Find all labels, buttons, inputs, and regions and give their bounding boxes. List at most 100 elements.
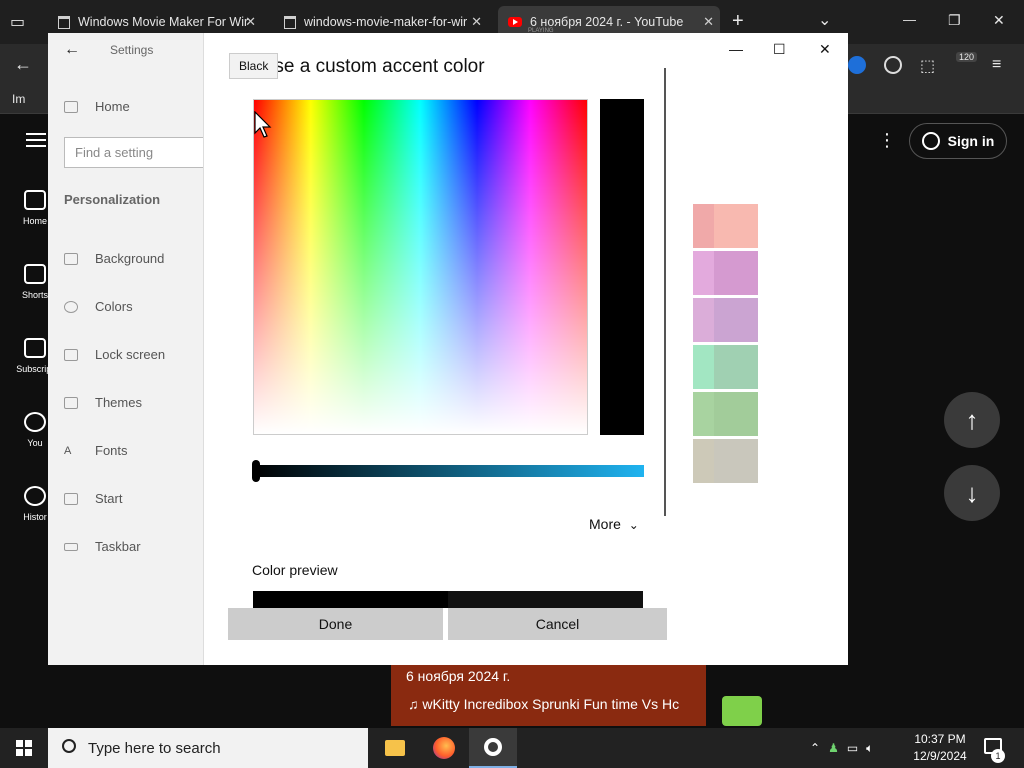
settings-close-button[interactable]: ✕ (819, 41, 831, 58)
now-playing-text[interactable]: ♫ wKitty Incredibox Sprunki Fun time Vs … (408, 696, 698, 712)
home-icon (64, 100, 78, 113)
color-preview-label: Color preview (252, 562, 338, 578)
close-button[interactable]: ✕ (993, 12, 1005, 29)
accent-swatch[interactable] (714, 439, 758, 483)
shorts-icon (24, 264, 46, 284)
extension-badge[interactable]: 120 (956, 52, 978, 62)
brush-icon (64, 396, 78, 409)
tab-close-icon[interactable]: ✕ (703, 14, 714, 30)
volume-icon[interactable]: 🔈︎ (866, 741, 873, 756)
sidebar-item-background[interactable]: Background (64, 251, 164, 266)
settings-back-button[interactable]: ← (64, 41, 80, 59)
chevron-up-icon[interactable]: ⌃ (810, 741, 820, 755)
taskbar-icon (64, 542, 78, 551)
network-icon[interactable]: ▭ (847, 741, 858, 755)
settings-maximize-button[interactable]: ☐ (773, 41, 786, 58)
gear-icon (484, 738, 502, 756)
sidebar-item-taskbar[interactable]: Taskbar (64, 539, 141, 554)
tab-title: 6 ноября 2024 г. - YouTube (530, 15, 684, 29)
tab-close-icon[interactable]: ✕ (245, 14, 256, 30)
accent-swatch[interactable] (714, 392, 758, 436)
sidebar-item-colors[interactable]: Colors (64, 299, 133, 314)
subscriptions-icon (24, 338, 46, 358)
accent-swatch[interactable] (714, 345, 758, 389)
folder-icon (385, 740, 405, 756)
page-icon (284, 15, 296, 29)
history-icon (24, 486, 46, 506)
settings-category: Personalization (64, 192, 161, 207)
settings-app-button[interactable] (469, 728, 517, 768)
windows-logo-icon (16, 740, 32, 756)
system-tray: ⌃ ♟ ▭ 🔈︎ (810, 728, 873, 768)
selected-color-swatch (600, 99, 644, 435)
clock-date: 12/9/2024 (913, 749, 967, 763)
start-button[interactable] (0, 728, 48, 768)
bookmark-import[interactable]: Im (12, 92, 25, 106)
color-preview (253, 591, 643, 608)
person-tray-icon[interactable]: ♟ (828, 741, 839, 755)
tab-list-button[interactable]: ⌄ (818, 10, 831, 30)
sidebar-item-themes[interactable]: Themes (64, 395, 142, 410)
extension-icon[interactable] (848, 56, 866, 74)
accent-swatch[interactable] (714, 298, 758, 342)
settings-title: Settings (110, 43, 154, 57)
settings-sidebar: ← Settings Home Find a setting Personali… (48, 33, 214, 665)
restore-button[interactable]: ❐ (948, 12, 961, 29)
tab-close-icon[interactable]: ✕ (471, 14, 482, 30)
more-button[interactable]: More ⌄ (589, 516, 639, 532)
file-explorer-button[interactable] (371, 728, 419, 768)
taskbar: Type here to search ⌃ ♟ ▭ 🔈︎ 10:37 PM 12… (0, 728, 1024, 768)
search-icon (62, 739, 76, 753)
color-preview-half (448, 591, 643, 608)
scroll-down-button[interactable]: ↓ (944, 465, 1000, 521)
tab-title: windows-movie-maker-for-wir (304, 15, 468, 29)
person-icon (921, 132, 940, 150)
yt-sidebar: Home Shorts Subscript You Histor (0, 114, 54, 726)
minimize-button[interactable]: — (903, 12, 916, 27)
cancel-button[interactable]: Cancel (448, 608, 667, 640)
mouse-cursor-icon (254, 111, 272, 138)
done-button[interactable]: Done (228, 608, 443, 640)
brightness-slider-thumb[interactable] (252, 460, 260, 482)
monitor-icon (64, 348, 78, 361)
channel-thumbnail[interactable] (722, 696, 762, 726)
sidebar-item-lock-screen[interactable]: Lock screen (64, 347, 165, 362)
settings-home[interactable]: Home (64, 99, 130, 114)
account-icon[interactable] (884, 56, 902, 74)
video-date: 6 ноября 2024 г. (406, 668, 511, 684)
accent-swatch[interactable] (714, 251, 758, 295)
new-tab-button[interactable]: + (732, 10, 744, 33)
yt-more-options-icon[interactable]: ⋮ (878, 130, 896, 151)
youtube-icon (508, 17, 522, 27)
sign-in-button[interactable]: Sign in (909, 123, 1007, 159)
dialog-scrollbar[interactable] (664, 68, 666, 516)
grid-icon (64, 492, 78, 505)
font-icon: A (64, 444, 72, 457)
firefox-icon (433, 737, 455, 759)
tab-manager-icon[interactable]: ▭ (10, 12, 25, 32)
home-icon (24, 190, 46, 210)
notification-count-badge: 1 (991, 749, 1005, 763)
sidebar-item-fonts[interactable]: A Fonts (64, 443, 128, 458)
find-setting-input[interactable]: Find a setting (64, 137, 214, 168)
scroll-up-button[interactable]: ↑ (944, 392, 1000, 448)
you-icon (24, 412, 46, 432)
accent-swatch[interactable] (714, 204, 758, 248)
palette-icon (64, 300, 78, 313)
brightness-slider[interactable] (253, 465, 644, 477)
chevron-down-icon: ⌄ (628, 518, 639, 532)
taskbar-search-input[interactable]: Type here to search (48, 728, 368, 768)
firefox-button[interactable] (420, 728, 468, 768)
sidebar-item-start[interactable]: Start (64, 491, 122, 506)
back-button[interactable]: ← (14, 54, 32, 75)
settings-minimize-button[interactable]: — (729, 41, 743, 57)
tab-title: Windows Movie Maker For Wir (78, 15, 249, 29)
clock[interactable]: 10:37 PM 12/9/2024 (908, 731, 972, 765)
clock-time: 10:37 PM (914, 732, 966, 746)
color-spectrum-picker[interactable] (253, 99, 588, 435)
picture-icon (64, 252, 78, 265)
page-icon (58, 15, 70, 29)
puzzle-icon[interactable]: ⬚ (920, 56, 935, 76)
color-tooltip: Black (229, 53, 279, 79)
hamburger-menu-icon[interactable]: ≡ (992, 56, 1001, 74)
